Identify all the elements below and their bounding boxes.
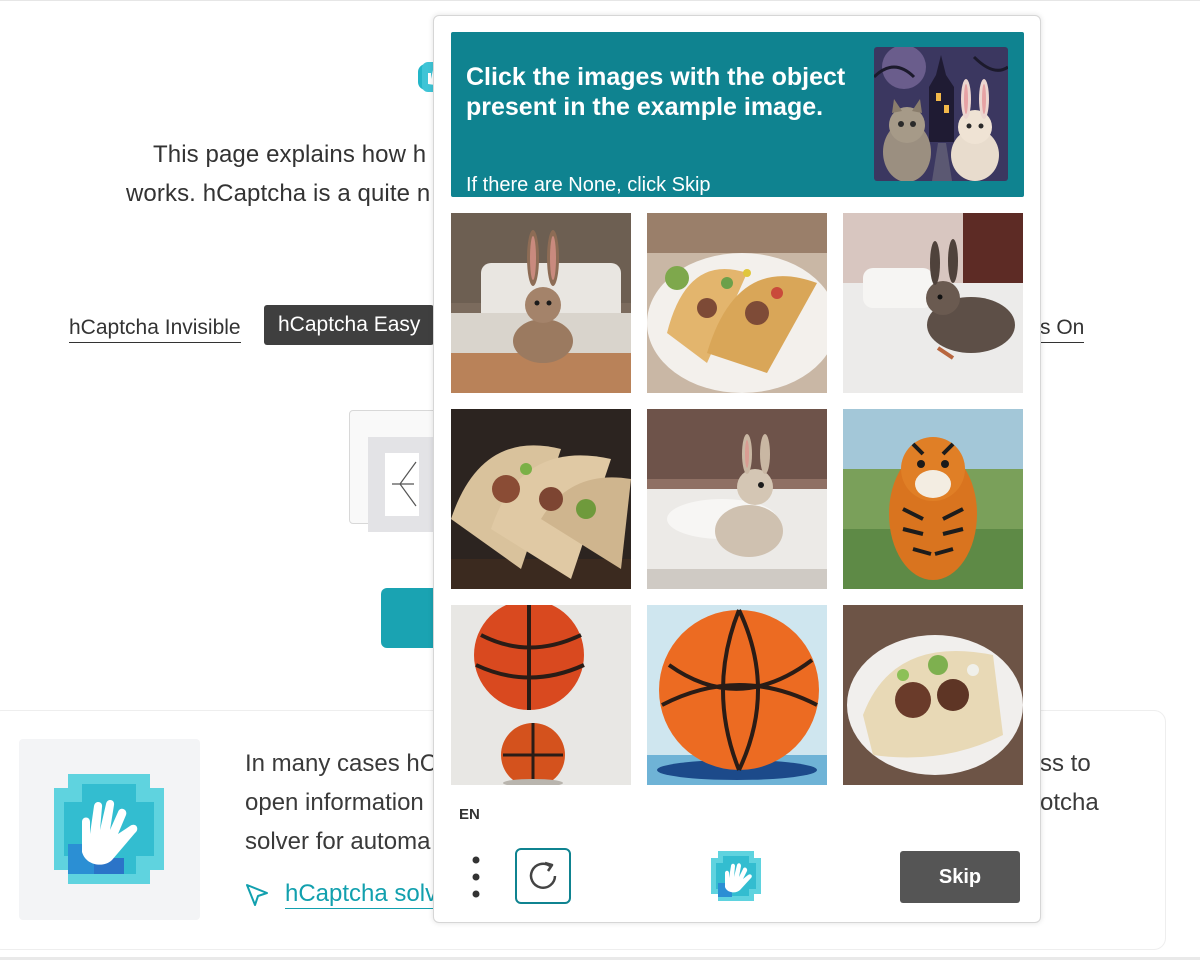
- challenge-tile-4[interactable]: [451, 409, 631, 589]
- challenge-tile-7[interactable]: [451, 605, 631, 785]
- card-text-line3: solver for automa: [245, 828, 431, 855]
- prompt-subtitle: If there are None, click Skip: [466, 174, 711, 196]
- tab-always-on[interactable]: s On: [1040, 316, 1085, 343]
- refresh-icon: [529, 861, 557, 889]
- refresh-button[interactable]: [515, 848, 571, 904]
- top-border: [0, 0, 1200, 1]
- intro-text-line1: This page explains how h: [153, 141, 427, 168]
- prompt-title: Click the images with the object present…: [466, 63, 846, 121]
- captcha-challenge-popup: Click the images with the object present…: [433, 15, 1041, 923]
- language-selector[interactable]: EN: [459, 806, 480, 823]
- challenge-tile-2[interactable]: [647, 213, 827, 393]
- card-text-line2-right: otcha: [1040, 789, 1099, 816]
- card-text-line1-right: ss to: [1040, 750, 1091, 777]
- challenge-tile-1[interactable]: [451, 213, 631, 393]
- menu-dots-icon[interactable]: [470, 854, 482, 900]
- hcaptcha-logo-icon: [711, 851, 761, 901]
- hcaptcha-large-logo-icon: [54, 774, 164, 884]
- challenge-prompt: Click the images with the object present…: [451, 32, 1024, 197]
- hcaptcha-solver-link[interactable]: hCaptcha solv: [285, 880, 438, 909]
- card-text-line2: open information: [245, 789, 424, 816]
- tab-hcaptcha-invisible[interactable]: hCaptcha Invisible: [69, 316, 241, 343]
- tab-hcaptcha-easy[interactable]: hCaptcha Easy: [264, 305, 435, 345]
- challenge-tile-9[interactable]: [843, 605, 1023, 785]
- example-image: [874, 47, 1008, 181]
- challenge-tile-6[interactable]: [843, 409, 1023, 589]
- challenge-tile-8[interactable]: [647, 605, 827, 785]
- card-text-line1: In many cases hC: [245, 750, 438, 777]
- pointer-link-icon: [246, 884, 268, 906]
- skip-button[interactable]: Skip: [900, 851, 1020, 903]
- challenge-tile-5[interactable]: [647, 409, 827, 589]
- challenge-tile-3[interactable]: [843, 213, 1023, 393]
- checkbox-mark-icon: [392, 461, 417, 507]
- intro-text-line2: works. hCaptcha is a quite n: [126, 180, 431, 207]
